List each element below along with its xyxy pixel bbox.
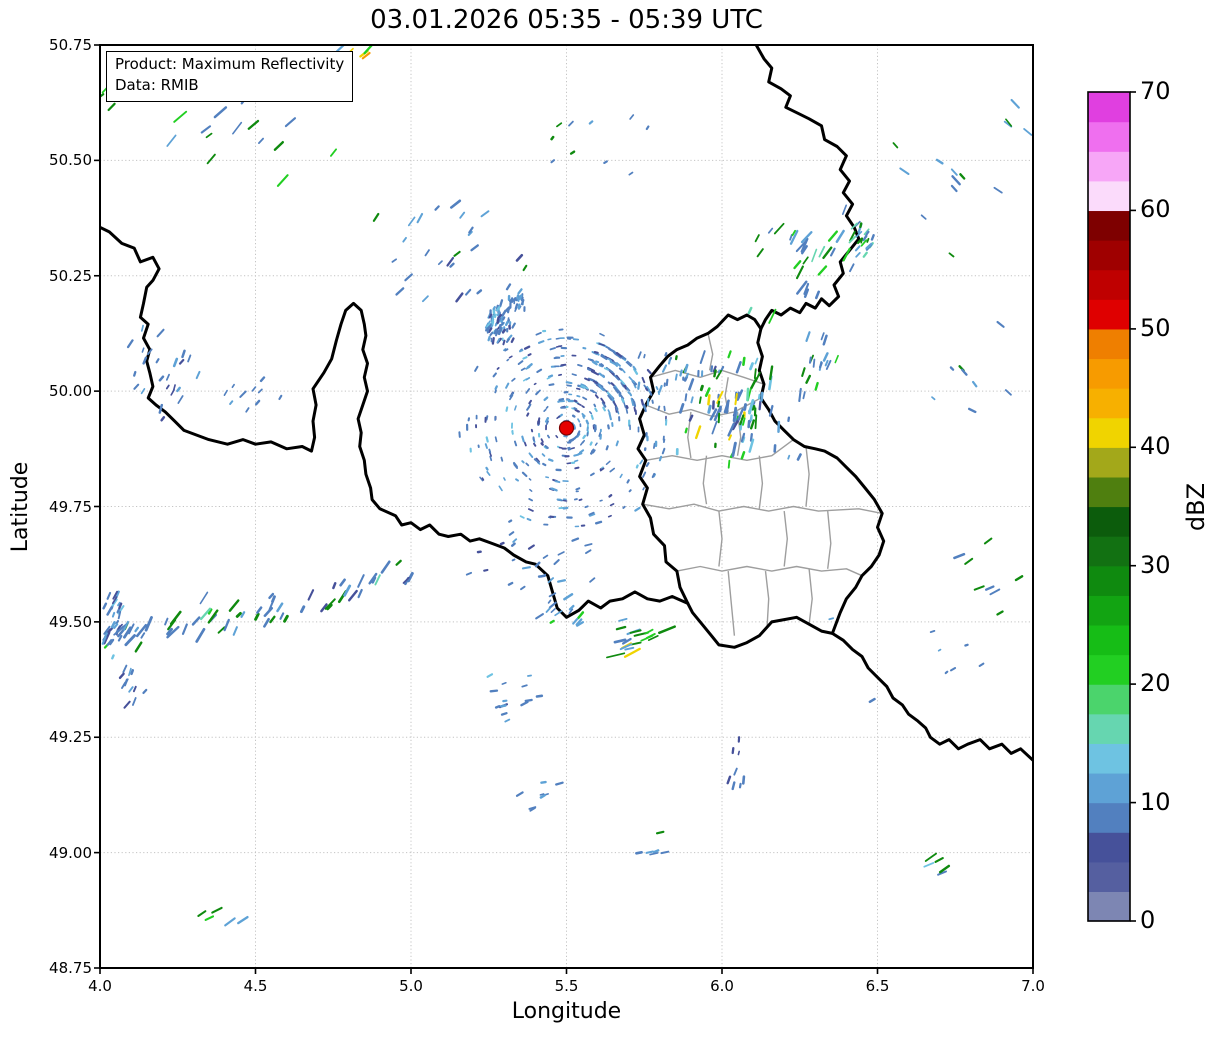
y-tick-label: 49.00 (49, 843, 92, 862)
y-tick-label: 49.50 (49, 612, 92, 631)
x-tick-label: 7.0 (1021, 977, 1045, 995)
x-tick-label: 5.5 (554, 977, 579, 995)
colorbar (1087, 91, 1136, 922)
y-tick-label: 50.50 (49, 151, 92, 170)
colorbar-tick-label: 10 (1140, 787, 1171, 816)
x-tick-label: 4.0 (88, 977, 112, 995)
product-info-box: Product: Maximum Reflectivity Data: RMIB (106, 51, 354, 102)
y-tick-label: 50.25 (49, 266, 92, 285)
xaxis-label: Longitude (511, 999, 622, 1024)
grid-lines (100, 45, 1033, 968)
x-tick-label: 6.5 (865, 977, 890, 995)
colorbar-tick-label: 40 (1140, 432, 1171, 461)
country-borders (100, 45, 1033, 762)
colorbar-label: dBZ (1182, 482, 1210, 532)
colorbar-tick-label: 0 (1140, 906, 1156, 934)
y-tick-label: 49.75 (49, 497, 92, 516)
y-tick-label: 50.00 (49, 382, 92, 401)
radar-echoes (100, 45, 1033, 927)
y-tick-label: 50.75 (49, 36, 92, 54)
product-info-line2: Data: RMIB (115, 76, 199, 95)
radar-figure: 03.01.2026 05:35 - 05:39 UTC Product: Ma… (0, 0, 1219, 1040)
colorbar-tick-label: 70 (1140, 77, 1171, 105)
colorbar-tick-label: 60 (1140, 195, 1171, 224)
colorbar-tick-label: 20 (1140, 669, 1171, 698)
y-tick-label: 48.75 (49, 959, 92, 977)
radar-location-dot (558, 420, 575, 436)
y-tick-label: 49.25 (49, 728, 92, 747)
colorbar-tick-label: 30 (1140, 550, 1171, 579)
x-tick-label: 4.5 (243, 977, 268, 995)
product-info-line1: Product: Maximum Reflectivity (115, 55, 345, 73)
x-tick-label: 6.0 (710, 977, 734, 995)
x-tick-label: 5.0 (399, 977, 423, 995)
radar-map-canvas (94, 44, 1136, 974)
colorbar-tick-label: 50 (1140, 313, 1171, 342)
